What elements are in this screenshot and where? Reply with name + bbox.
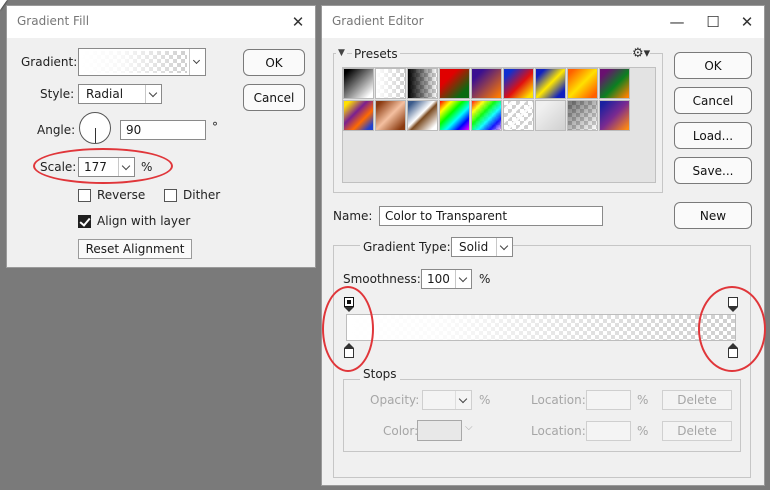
gradient-bar-fill [347,315,735,340]
reverse-label: Reverse [97,188,146,202]
preset-swatch-transparent-stripes[interactable] [503,100,534,131]
save-button[interactable]: Save... [674,157,752,184]
presets-label: Presets [352,47,400,61]
name-input[interactable]: Color to Transparent [379,206,603,226]
opacity-location-input[interactable] [586,390,631,410]
gradient-picker[interactable] [78,48,206,76]
preset-swatch-violet-orange[interactable] [471,68,502,99]
color-location-input[interactable] [586,421,631,441]
name-label: Name: [333,209,373,223]
angle-label: Angle: [37,123,76,137]
gear-icon[interactable]: ⚙▾ [632,46,651,61]
preset-swatch-white-transparent[interactable] [375,68,406,99]
preset-swatch-copper[interactable] [375,100,406,131]
chevron-down-icon[interactable] [455,270,471,288]
chevron-down-icon[interactable] [496,238,512,256]
gradient-preview-fade [81,51,187,73]
preset-swatch-neutral-density[interactable] [535,100,566,131]
gradient-label: Gradient: [21,55,78,69]
dither-label: Dither [183,188,221,202]
color-location-label: Location: [531,424,586,438]
align-with-layer-checkbox[interactable] [78,215,91,228]
style-select[interactable]: Radial [78,84,162,104]
preset-swatch-transparent-checker[interactable] [567,100,598,131]
style-value: Radial [86,87,124,101]
opacity-input[interactable] [422,390,472,410]
smoothness-value: 100 [427,272,450,286]
dither-checkbox[interactable] [164,189,177,202]
preset-swatch-yellow-violet-orange-blue[interactable] [343,100,374,131]
color-label: Color: [383,424,419,438]
color-location-unit: % [637,424,649,438]
opacity-unit: % [479,393,491,407]
maximize-icon[interactable]: ☐ [702,11,724,33]
minimize-icon[interactable]: — [666,11,688,33]
preset-swatch-blue-red-yellow[interactable] [503,68,534,99]
smoothness-unit: % [479,272,491,286]
preset-swatch-chrome[interactable] [407,100,438,131]
gradient-editor-dialog: Gradient Editor — ☐ ✕ ▼ Presets ⚙▾ OK Ca… [321,5,765,486]
gradient-fill-titlebar[interactable]: Gradient Fill ✕ [7,6,315,38]
smoothness-label: Smoothness: [343,272,421,286]
editor-cancel-button[interactable]: Cancel [674,87,752,114]
cancel-button[interactable]: Cancel [243,84,305,111]
stops-label: Stops [360,367,400,381]
chevron-down-icon[interactable]: ⌵ [465,422,473,433]
preset-swatch-violet-green-orange[interactable] [599,68,630,99]
opacity-label: Opacity: [370,393,420,407]
gradient-editor-title: Gradient Editor [332,14,424,28]
preset-swatch-black-transparent[interactable] [407,68,438,99]
ok-button[interactable]: OK [243,49,305,76]
gradient-fill-dialog: Gradient Fill ✕ Gradient: Style: Radial … [6,5,316,268]
color-swatch[interactable] [417,420,462,441]
color-delete-button[interactable]: Delete [662,421,732,441]
new-button[interactable]: New [674,202,752,229]
scale-annotation-ellipse [33,148,173,184]
cursor-icon [0,0,7,10]
left-stops-annotation-ellipse [322,286,374,372]
preset-swatch-orange-yellow-orange[interactable] [567,68,598,99]
chevron-down-icon[interactable] [145,85,161,103]
chevron-down-icon[interactable]: ▼ [336,48,347,58]
preset-swatch-transparent-rainbow[interactable] [471,100,502,131]
preset-swatch-spectrum[interactable] [439,100,470,131]
right-stops-annotation-ellipse [698,286,766,372]
preset-swatch-red-green[interactable] [439,68,470,99]
opacity-delete-button[interactable]: Delete [662,390,732,410]
angle-input[interactable]: 90 [120,120,206,140]
gradient-editor-titlebar[interactable]: Gradient Editor — ☐ ✕ [322,6,764,38]
angle-dial-needle [95,128,96,143]
chevron-down-icon[interactable] [455,391,471,409]
reverse-checkbox[interactable] [78,189,91,202]
editor-ok-button[interactable]: OK [674,52,752,79]
close-icon[interactable]: ✕ [287,11,309,33]
preset-swatch-blue-violet-orange[interactable] [599,100,630,131]
close-icon[interactable]: ✕ [736,11,758,33]
smoothness-input[interactable]: 100 [421,269,472,289]
angle-unit: ° [212,120,218,134]
load-button[interactable]: Load... [674,122,752,149]
align-with-layer-label: Align with layer [97,214,191,228]
angle-dial[interactable] [79,112,111,144]
preset-swatch-blue-yellow-blue[interactable] [535,68,566,99]
style-label: Style: [40,87,75,101]
gradient-type-select[interactable]: Solid [451,237,513,257]
gradient-type-label: Gradient Type: [360,240,454,254]
reset-alignment-button[interactable]: Reset Alignment [78,239,192,259]
chevron-down-icon[interactable] [189,49,205,75]
opacity-location-label: Location: [531,393,586,407]
opacity-location-unit: % [637,393,649,407]
preset-swatch-black-white[interactable] [343,68,374,99]
gradient-type-value: Solid [459,240,489,254]
gradient-fill-title: Gradient Fill [17,14,90,28]
